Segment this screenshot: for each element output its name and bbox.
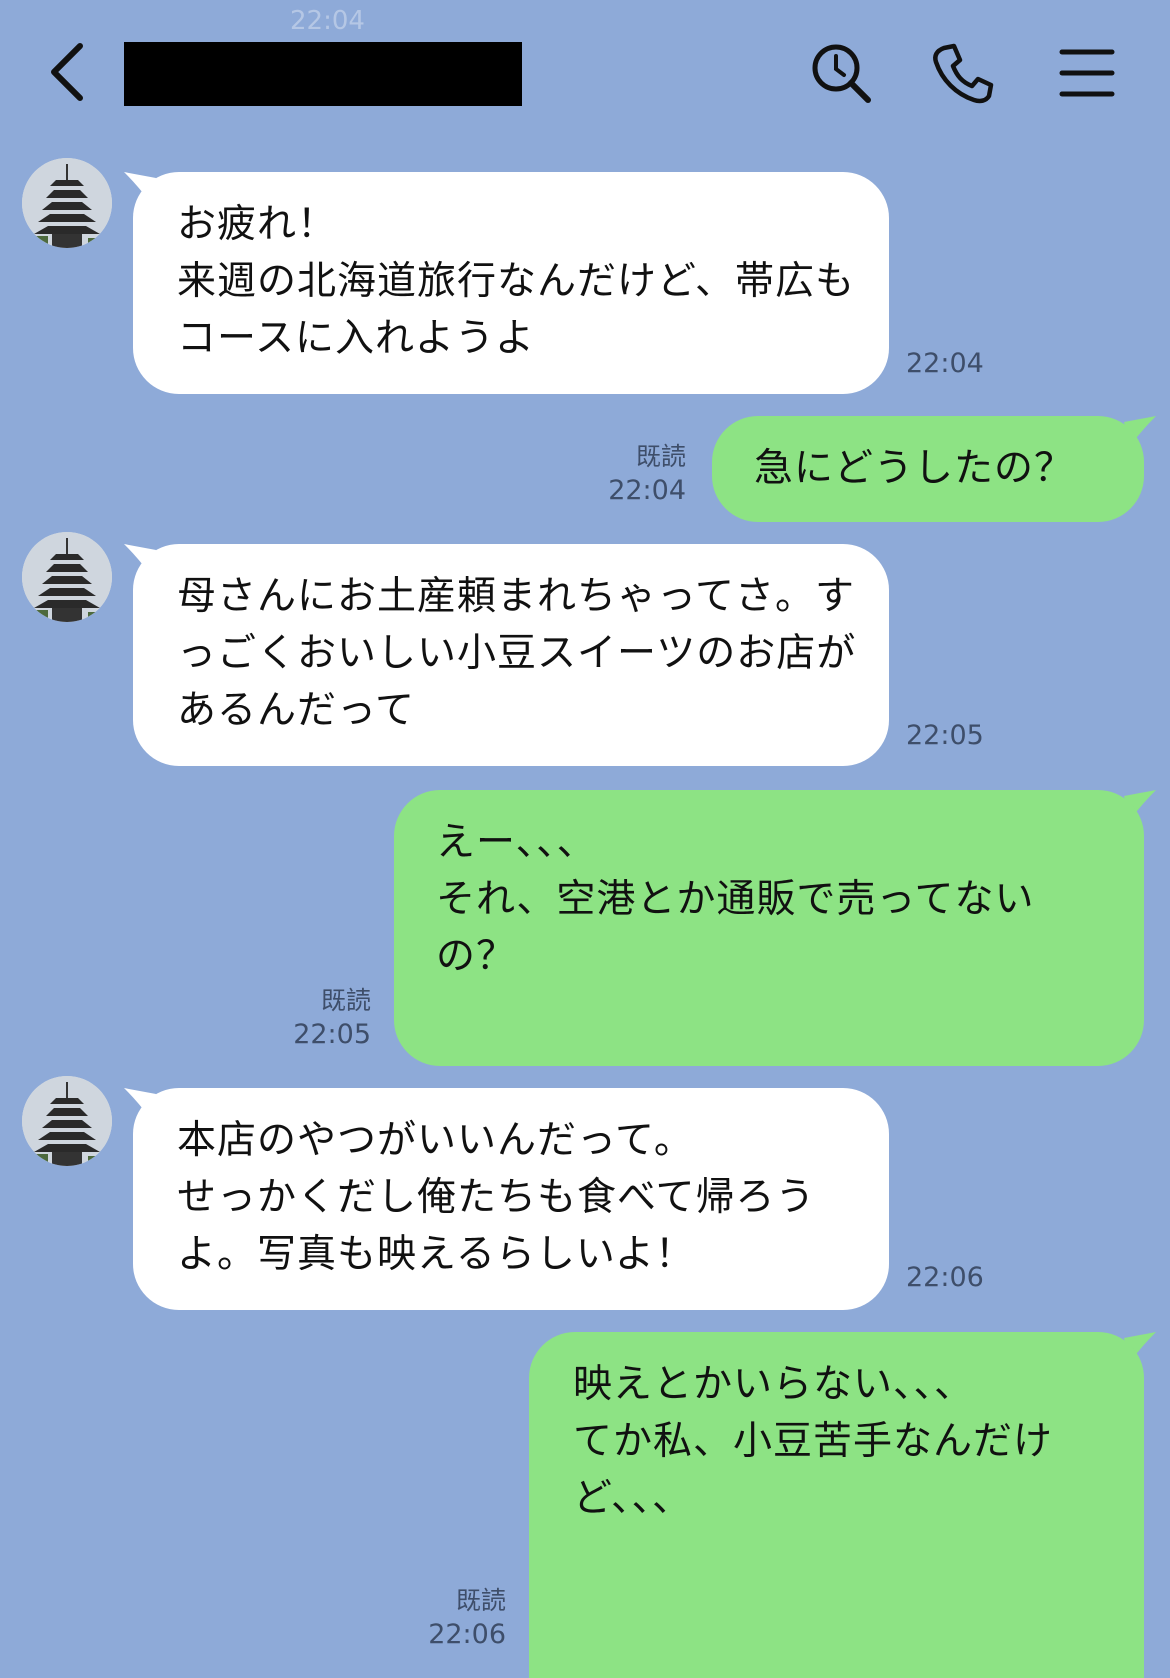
pagoda-icon <box>22 532 112 622</box>
chat-header <box>0 0 1170 140</box>
search-clock-icon <box>812 44 871 103</box>
redacted-contact-name <box>124 42 522 106</box>
message-meta: 既読 22:06 <box>428 1584 506 1652</box>
message-bubble-outgoing[interactable]: 急にどうしたの？ <box>712 416 1144 522</box>
phone-icon <box>933 43 994 104</box>
menu-icon <box>1059 49 1115 97</box>
message-bubble-incoming[interactable]: 母さんにお土産頼まれちゃってさ。すっごくおいしい小豆スイーツのお店があるんだって <box>133 544 889 766</box>
contact-avatar[interactable] <box>22 1076 112 1166</box>
back-button[interactable] <box>42 40 98 104</box>
call-button[interactable] <box>930 40 996 106</box>
message-time: 22:06 <box>906 1262 984 1293</box>
pagoda-icon <box>22 1076 112 1166</box>
menu-button[interactable] <box>1054 40 1120 106</box>
read-receipt: 既読 <box>320 986 371 1015</box>
read-receipt: 既読 <box>455 1586 506 1615</box>
chevron-left-icon <box>51 43 83 101</box>
message-bubble-outgoing[interactable]: えー、、、 それ、空港とか通販で売ってないの？ <box>394 790 1144 1066</box>
message-meta: 既読 22:05 <box>293 984 371 1052</box>
message-time: 22:05 <box>906 720 984 751</box>
pagoda-icon <box>22 158 112 248</box>
message-time: 22:04 <box>906 348 984 379</box>
message-time: 22:04 <box>608 475 686 506</box>
read-receipt: 既読 <box>635 442 686 471</box>
message-bubble-incoming[interactable]: お疲れ！ 来週の北海道旅行なんだけど、帯広もコースに入れようよ <box>133 172 889 394</box>
message-bubble-outgoing[interactable]: 映えとかいらない、、、 てか私、小豆苦手なんだけど、、、 <box>529 1332 1144 1678</box>
message-meta: 既読 22:04 <box>608 440 686 508</box>
search-button[interactable] <box>808 40 874 106</box>
message-time: 22:05 <box>293 1019 371 1050</box>
contact-avatar[interactable] <box>22 532 112 622</box>
message-bubble-incoming[interactable]: 本店のやつがいいんだって。 せっかくだし俺たちも食べて帰ろうよ。写真も映えるらし… <box>133 1088 889 1310</box>
message-time: 22:06 <box>428 1619 506 1650</box>
contact-avatar[interactable] <box>22 158 112 248</box>
